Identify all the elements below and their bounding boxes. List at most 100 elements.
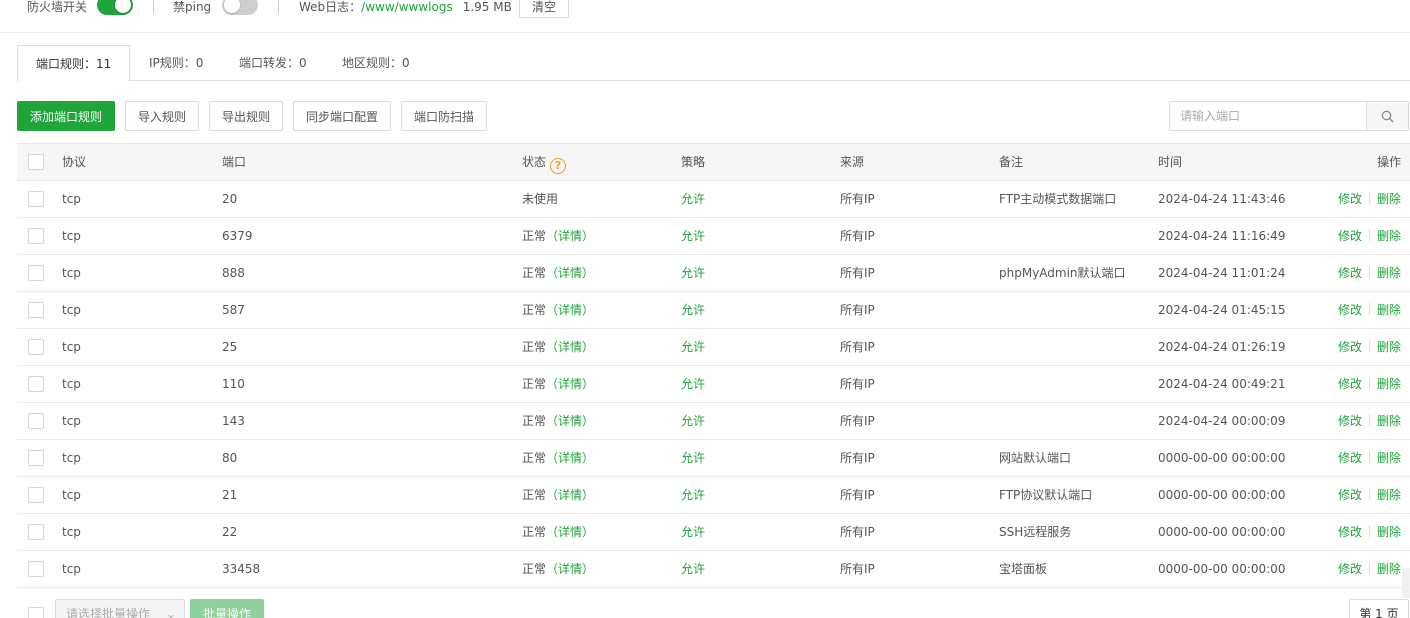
cell-source: 所有IP: [840, 562, 875, 576]
status-detail-link[interactable]: （详情）: [546, 377, 594, 391]
ping-toggle[interactable]: [222, 0, 258, 15]
delete-link[interactable]: 删除: [1377, 340, 1401, 354]
cell-policy: 允许: [681, 340, 706, 354]
delete-link[interactable]: 删除: [1377, 303, 1401, 317]
status-detail-link[interactable]: （详情）: [546, 451, 594, 465]
help-circle-icon[interactable]: ?: [550, 158, 567, 174]
port-search: [1169, 101, 1409, 131]
edit-link[interactable]: 修改: [1338, 192, 1362, 206]
delete-link[interactable]: 删除: [1377, 451, 1401, 465]
header-note: 备注: [999, 155, 1024, 169]
edit-link[interactable]: 修改: [1338, 414, 1362, 428]
header-protocol: 协议: [62, 155, 87, 169]
row-checkbox[interactable]: [28, 413, 44, 429]
ops-divider: [1368, 562, 1370, 574]
cell-port: 25: [222, 340, 238, 354]
edit-link[interactable]: 修改: [1338, 488, 1362, 502]
status-text: 正常: [522, 562, 547, 576]
row-checkbox[interactable]: [28, 191, 44, 207]
row-checkbox[interactable]: [28, 487, 44, 503]
edit-link[interactable]: 修改: [1338, 266, 1362, 280]
tab-port-forward[interactable]: 端口转发：0: [221, 45, 325, 81]
row-checkbox[interactable]: [28, 561, 44, 577]
status-detail-link[interactable]: （详情）: [546, 303, 594, 317]
status-detail-link[interactable]: （详情）: [546, 525, 594, 539]
table-row: tcp 33458 正常（详情） 允许 所有IP 宝塔面板 0000-00-00 00:00…: [17, 551, 1410, 588]
status-text: 正常: [522, 340, 547, 354]
batch-operation-select[interactable]: 请选择批量操作 ⌄: [55, 599, 185, 618]
status-detail-link[interactable]: （详情）: [546, 562, 594, 576]
chevron-down-icon: ⌄: [165, 607, 176, 618]
batch-operation-button[interactable]: 批量操作: [190, 599, 264, 618]
table-row: tcp 110 正常（详情） 允许 所有IP 2024-04-24 00:49:21 修改 删…: [17, 366, 1410, 403]
delete-link[interactable]: 删除: [1377, 266, 1401, 280]
select-all-checkbox[interactable]: [28, 154, 44, 170]
scrollbar-track[interactable]: [1402, 568, 1410, 598]
status-text: 正常: [522, 488, 547, 502]
firewall-toggle[interactable]: [97, 0, 133, 15]
cell-time: 2024-04-24 11:43:46: [1158, 192, 1286, 206]
edit-link[interactable]: 修改: [1338, 229, 1362, 243]
delete-link[interactable]: 删除: [1377, 377, 1401, 391]
ops-divider: [1368, 525, 1370, 537]
status-text: 未使用: [522, 192, 559, 206]
status-detail-link[interactable]: （详情）: [546, 229, 594, 243]
cell-policy: 允许: [681, 266, 706, 280]
export-rules-button[interactable]: 导出规则: [209, 101, 283, 131]
cell-policy: 允许: [681, 377, 706, 391]
row-checkbox[interactable]: [28, 339, 44, 355]
cell-note: FTP协议默认端口: [999, 488, 1093, 502]
cell-protocol: tcp: [62, 562, 81, 576]
row-checkbox[interactable]: [28, 450, 44, 466]
status-detail-link[interactable]: （详情）: [546, 488, 594, 502]
row-checkbox[interactable]: [28, 524, 44, 540]
delete-link[interactable]: 删除: [1377, 488, 1401, 502]
status-detail-link[interactable]: （详情）: [546, 266, 594, 280]
delete-link[interactable]: 删除: [1377, 414, 1401, 428]
tab-port-rules[interactable]: 端口规则：11: [17, 45, 131, 82]
rule-tabs: 端口规则：11 IP规则：0 端口转发：0 地区规则：0: [17, 45, 1410, 82]
port-search-input[interactable]: [1170, 102, 1366, 130]
sync-port-config-button[interactable]: 同步端口配置: [293, 101, 391, 131]
edit-link[interactable]: 修改: [1338, 451, 1362, 465]
add-port-rule-button[interactable]: 添加端口规则: [17, 101, 115, 131]
edit-link[interactable]: 修改: [1338, 562, 1362, 576]
cell-policy: 允许: [681, 451, 706, 465]
tab-ip-rules[interactable]: IP规则：0: [131, 45, 221, 81]
table-body: tcp 20 未使用 允许 所有IP FTP主动模式数据端口 2024-04-24 11:4…: [17, 181, 1410, 588]
cell-source: 所有IP: [840, 229, 875, 243]
delete-link[interactable]: 删除: [1377, 525, 1401, 539]
delete-link[interactable]: 删除: [1377, 229, 1401, 243]
search-button[interactable]: [1366, 102, 1408, 130]
cell-policy: 允许: [681, 562, 706, 576]
cell-time: 2024-04-24 11:16:49: [1158, 229, 1286, 243]
cell-time: 0000-00-00 00:00:00: [1158, 488, 1286, 502]
port-anti-scan-button[interactable]: 端口防扫描: [401, 101, 487, 131]
status-text: 正常: [522, 303, 547, 317]
clear-log-button[interactable]: 清空: [519, 0, 569, 18]
delete-link[interactable]: 删除: [1377, 562, 1401, 576]
web-log-path-link[interactable]: /www/wwwlogs: [361, 0, 453, 14]
import-rules-button[interactable]: 导入规则: [125, 101, 199, 131]
page-indicator[interactable]: 第 1 页: [1349, 599, 1409, 618]
edit-link[interactable]: 修改: [1338, 377, 1362, 391]
batch-select-checkbox[interactable]: [28, 607, 44, 618]
row-checkbox[interactable]: [28, 228, 44, 244]
delete-link[interactable]: 删除: [1377, 192, 1401, 206]
row-checkbox[interactable]: [28, 302, 44, 318]
table-row: tcp 21 正常（详情） 允许 所有IP FTP协议默认端口 0000-00-00 00:…: [17, 477, 1410, 514]
tab-region-rules[interactable]: 地区规则：0: [324, 45, 428, 81]
status-detail-link[interactable]: （详情）: [546, 414, 594, 428]
row-checkbox[interactable]: [28, 376, 44, 392]
edit-link[interactable]: 修改: [1338, 340, 1362, 354]
status-text: 正常: [522, 229, 547, 243]
row-checkbox[interactable]: [28, 265, 44, 281]
status-detail-link[interactable]: （详情）: [546, 340, 594, 354]
edit-link[interactable]: 修改: [1338, 303, 1362, 317]
ops-divider: [1368, 488, 1370, 500]
edit-link[interactable]: 修改: [1338, 525, 1362, 539]
cell-status: 正常（详情）: [522, 329, 594, 366]
cell-ops: 修改 删除: [1338, 366, 1401, 403]
cell-time: 2024-04-24 01:26:19: [1158, 340, 1286, 354]
cell-protocol: tcp: [62, 488, 81, 502]
